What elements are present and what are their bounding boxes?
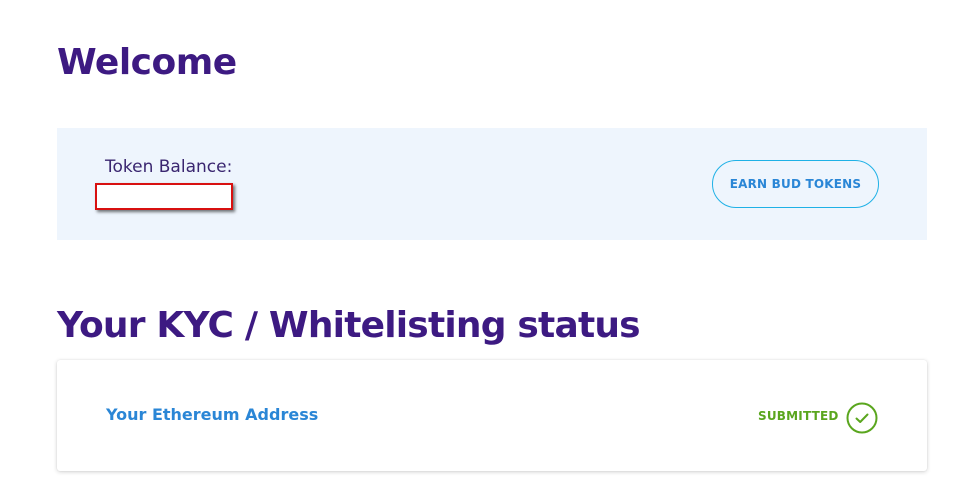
token-balance-value bbox=[95, 183, 233, 210]
page-title: Welcome bbox=[57, 42, 237, 83]
kyc-status-label: SUBMITTED bbox=[758, 409, 839, 423]
kyc-status-card: Your Ethereum Address SUBMITTED bbox=[57, 360, 927, 471]
kyc-section-title: Your KYC / Whitelisting status bbox=[57, 305, 641, 346]
token-balance-label: Token Balance: bbox=[105, 157, 233, 177]
earn-bud-tokens-button[interactable]: EARN BUD TOKENS bbox=[712, 160, 879, 208]
ethereum-address-link[interactable]: Your Ethereum Address bbox=[106, 404, 318, 426]
token-balance-panel: Token Balance: EARN BUD TOKENS bbox=[57, 128, 927, 240]
dashboard-page: Welcome Token Balance: EARN BUD TOKENS Y… bbox=[0, 0, 974, 485]
check-circle-icon bbox=[846, 402, 878, 434]
